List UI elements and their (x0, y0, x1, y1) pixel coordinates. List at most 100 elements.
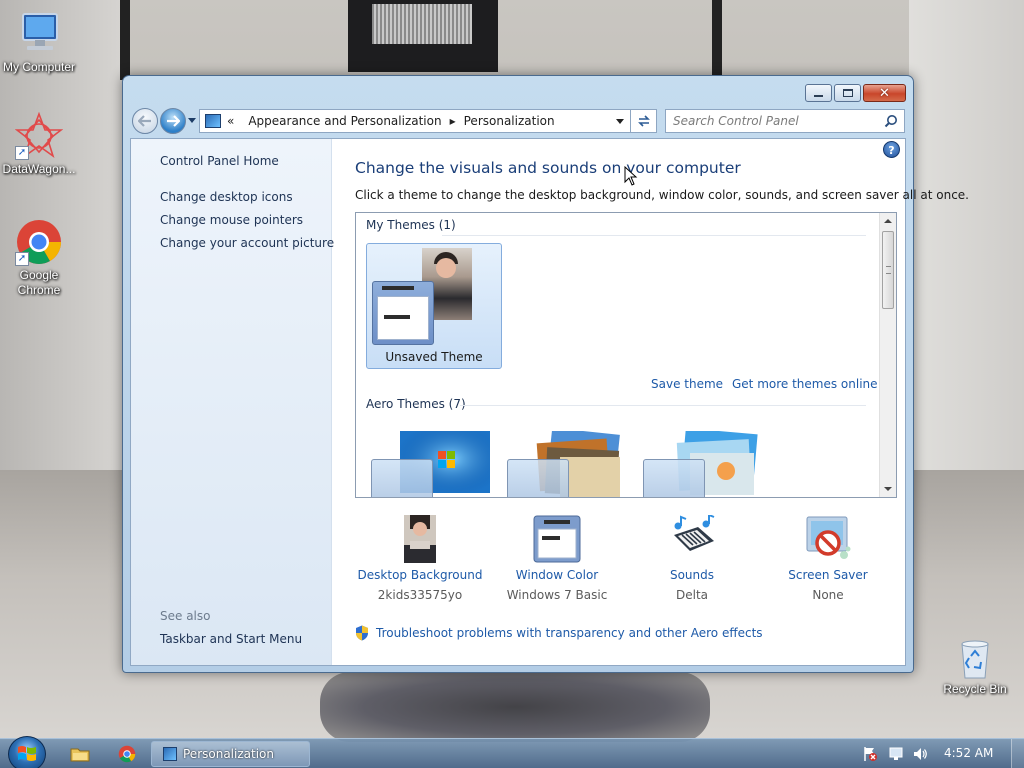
wallpaper-frame-line (120, 0, 130, 80)
taskbar: Personalization 4:52 AM (0, 736, 1024, 768)
breadcrumb-appearance[interactable]: Appearance and Personalization (246, 114, 443, 128)
aero-theme-characters[interactable] (638, 431, 762, 497)
wallpaper-dress (320, 672, 710, 742)
wallpaper-frame-line (712, 0, 722, 80)
computer-icon (15, 10, 63, 58)
group-divider (442, 235, 866, 236)
troubleshoot-label: Troubleshoot problems with transparency … (376, 626, 763, 640)
desktop-background-setting[interactable]: Desktop Background 2kids33575yo (355, 515, 485, 602)
action-center-flag-icon[interactable] (862, 746, 878, 762)
control-panel-icon (205, 114, 221, 128)
window-color-title[interactable]: Window Color (492, 568, 622, 582)
breadcrumb-overflow[interactable]: « (227, 114, 234, 128)
help-icon[interactable]: ? (883, 141, 900, 158)
search-icon[interactable] (884, 114, 898, 128)
aero-window-preview (643, 459, 705, 497)
scroll-thumb[interactable] (882, 231, 894, 309)
theme-tile-label: Unsaved Theme (385, 350, 483, 364)
network-icon[interactable] (888, 746, 904, 762)
taskbar-chrome-button[interactable] (107, 742, 147, 766)
screen-saver-title[interactable]: Screen Saver (763, 568, 893, 582)
volume-icon[interactable] (912, 746, 928, 762)
window-color-value: Windows 7 Basic (506, 588, 608, 602)
windows-logo-icon (18, 746, 36, 761)
desktop-icon-datawagon[interactable]: ➚ DataWagon... (0, 111, 78, 177)
shortcut-arrow-icon: ➚ (15, 146, 29, 160)
aero-theme-windows7[interactable] (366, 431, 490, 497)
change-mouse-pointers-link[interactable]: Change mouse pointers (160, 213, 303, 227)
taskbar-explorer-button[interactable] (60, 742, 100, 766)
minimize-button[interactable] (805, 84, 832, 102)
show-desktop-button[interactable] (1011, 739, 1024, 768)
aero-window-preview (371, 459, 433, 497)
breadcrumb-personalization[interactable]: Personalization (462, 114, 557, 128)
desktop-background-value: 2kids33575yo (377, 588, 463, 602)
address-dropdown-icon[interactable] (616, 119, 624, 124)
datawagon-icon: ➚ (14, 111, 64, 160)
close-button[interactable]: ✕ (863, 84, 906, 102)
desktop-icon-label: DataWagon... (2, 162, 76, 176)
address-bar[interactable]: « Appearance and Personalization ▸ Perso… (199, 109, 631, 133)
refresh-button[interactable] (631, 109, 657, 133)
change-desktop-icons-link[interactable]: Change desktop icons (160, 190, 293, 204)
recycle-bin-icon (955, 638, 995, 680)
change-account-picture-link[interactable]: Change your account picture (160, 236, 334, 250)
mouse-cursor-icon (624, 166, 638, 186)
taskbar-clock[interactable]: 4:52 AM (944, 746, 993, 760)
screen-saver-icon (804, 515, 852, 563)
sounds-value: Delta (675, 588, 708, 602)
taskbar-task-label: Personalization (183, 747, 274, 761)
wallpaper-tv (348, 0, 498, 72)
control-panel-home-link[interactable]: Control Panel Home (160, 154, 279, 168)
personalization-window: ✕ « Appearance and Personalization ▸ Per… (122, 75, 969, 673)
control-panel-icon (163, 747, 177, 761)
window-color-setting[interactable]: Window Color Windows 7 Basic (492, 515, 622, 602)
back-arrow-icon (138, 115, 151, 127)
page-description: Click a theme to change the desktop back… (355, 188, 969, 202)
theme-list-scrollbar[interactable] (879, 213, 896, 497)
desktop-icon-label: Recycle Bin (943, 682, 1007, 696)
search-input[interactable] (673, 114, 873, 128)
desktop-icon-recycle-bin[interactable]: Recycle Bin (936, 638, 1014, 697)
uac-shield-icon (356, 625, 368, 641)
theme-tile-unsaved[interactable]: Unsaved Theme (366, 243, 502, 369)
troubleshoot-aero-link[interactable]: Troubleshoot problems with transparency … (355, 625, 763, 641)
search-box[interactable] (665, 109, 905, 133)
breadcrumb-separator-icon[interactable]: ▸ (450, 114, 456, 128)
recent-pages-dropdown[interactable] (188, 118, 196, 123)
page-title: Change the visuals and sounds on your co… (355, 159, 741, 177)
desktop-icon-label: My Computer (2, 60, 76, 74)
minimize-icon (814, 94, 823, 97)
screen-saver-value: None (812, 588, 844, 602)
sounds-icon (668, 513, 716, 563)
get-more-themes-link[interactable]: Get more themes online (732, 377, 878, 391)
scroll-down-icon[interactable] (884, 487, 892, 491)
window-color-icon (533, 515, 581, 563)
refresh-icon (637, 115, 650, 127)
save-theme-link[interactable]: Save theme (651, 377, 723, 391)
chrome-icon (118, 745, 136, 763)
desktop-icon-google-chrome[interactable]: ➚ Google Chrome (0, 218, 78, 298)
sounds-setting[interactable]: Sounds Delta (627, 513, 757, 602)
forward-arrow-icon (167, 115, 180, 127)
start-button[interactable] (8, 736, 46, 768)
maximize-button[interactable] (834, 84, 861, 102)
my-themes-header: My Themes (1) (366, 218, 456, 232)
sounds-title[interactable]: Sounds (627, 568, 757, 582)
aero-themes-header: Aero Themes (7) (366, 397, 466, 411)
desktop-background-title[interactable]: Desktop Background (355, 568, 485, 582)
shortcut-arrow-icon: ➚ (15, 252, 29, 266)
aero-theme-architecture[interactable] (502, 431, 626, 497)
screen-saver-setting[interactable]: Screen Saver None (763, 515, 893, 602)
scroll-up-icon[interactable] (884, 219, 892, 223)
back-button[interactable] (132, 108, 158, 134)
forward-button[interactable] (160, 108, 186, 134)
desktop-icon-my-computer[interactable]: My Computer (0, 10, 78, 75)
taskbar-personalization-task[interactable]: Personalization (151, 741, 310, 767)
maximize-icon (842, 89, 853, 97)
taskbar-start-menu-link[interactable]: Taskbar and Start Menu (160, 632, 302, 646)
left-pane: Control Panel Home Change desktop icons … (131, 139, 334, 665)
see-also-label: See also (160, 609, 211, 623)
group-divider (460, 405, 866, 406)
client-area: Control Panel Home Change desktop icons … (130, 138, 969, 666)
